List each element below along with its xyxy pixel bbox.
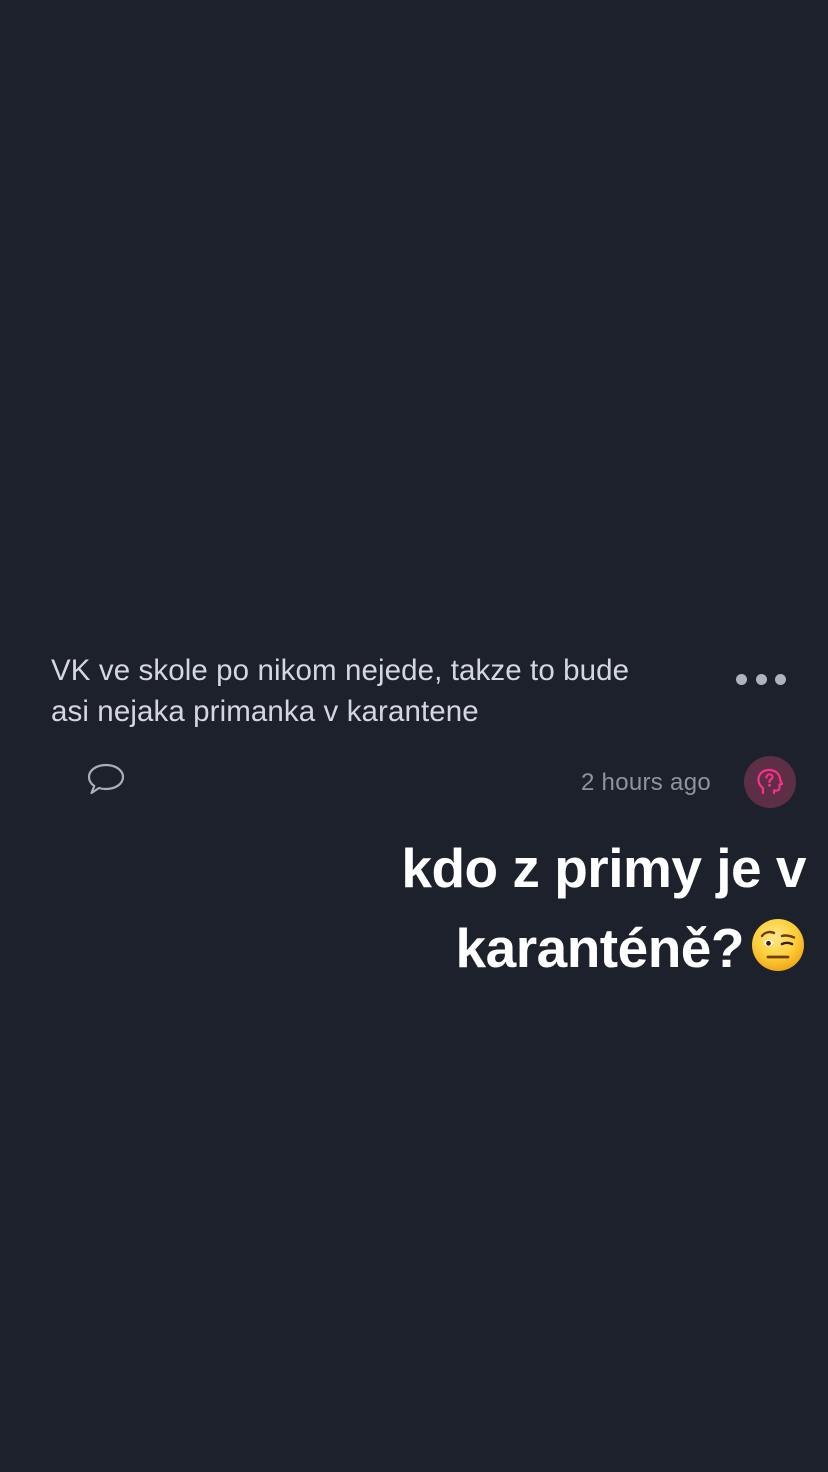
- question-head-icon: [757, 768, 784, 795]
- post-text-line-2: asi nejaka primanka v karantene: [51, 695, 479, 728]
- comment-bubble-icon: [87, 763, 125, 795]
- more-dots-icon: [775, 673, 786, 685]
- face-with-raised-eyebrow-emoji: [752, 919, 804, 971]
- story-caption: kdo z primy je v karanténě?: [246, 828, 806, 988]
- more-options-button[interactable]: [736, 668, 786, 690]
- caption-line-2-text: karanténě?: [455, 917, 745, 979]
- post-text: VK ve skole po nikom nejede, takze to bu…: [51, 650, 721, 732]
- post-text-line-1: VK ve skole po nikom nejede, takze to bu…: [51, 654, 630, 687]
- caption-line-2: karanténě?: [246, 908, 806, 988]
- more-dots-icon: [755, 673, 767, 685]
- more-dots-icon: [736, 673, 747, 685]
- avatar[interactable]: [744, 756, 796, 808]
- caption-line-1: kdo z primy je v: [401, 837, 806, 899]
- post-timestamp: 2 hours ago: [580, 769, 711, 796]
- comment-button[interactable]: [86, 762, 126, 796]
